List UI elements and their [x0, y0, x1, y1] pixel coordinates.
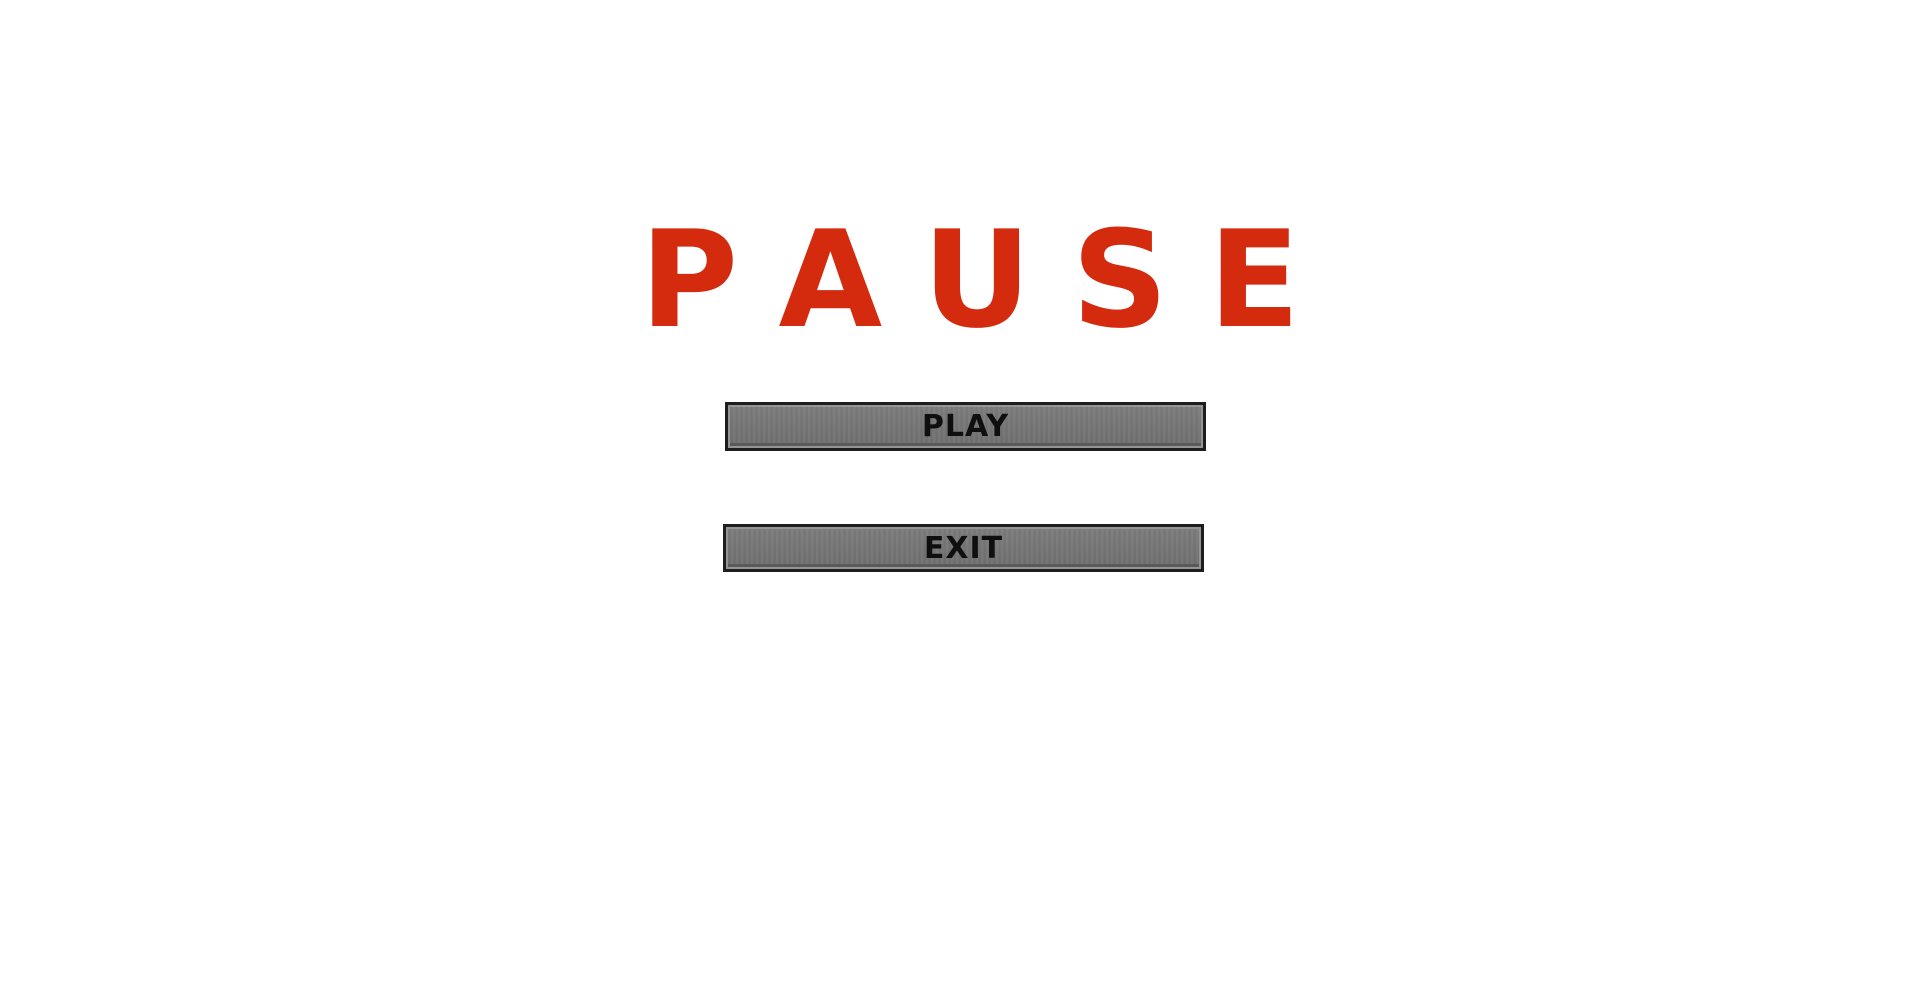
- play-button-label: PLAY: [921, 409, 1010, 444]
- play-button[interactable]: PLAY: [725, 402, 1206, 451]
- pause-title-letter: P: [640, 202, 739, 358]
- pause-title-letter: E: [1208, 202, 1300, 358]
- exit-button-label: EXIT: [923, 530, 1004, 566]
- pause-screen: P A U S E PLAY EXIT: [0, 0, 1920, 1002]
- pause-title-letter: U: [922, 202, 1032, 358]
- pause-title-letter: A: [778, 202, 883, 358]
- pause-title: P A U S E: [640, 202, 1300, 358]
- exit-button[interactable]: EXIT: [723, 524, 1204, 572]
- pause-title-letter: S: [1071, 202, 1169, 358]
